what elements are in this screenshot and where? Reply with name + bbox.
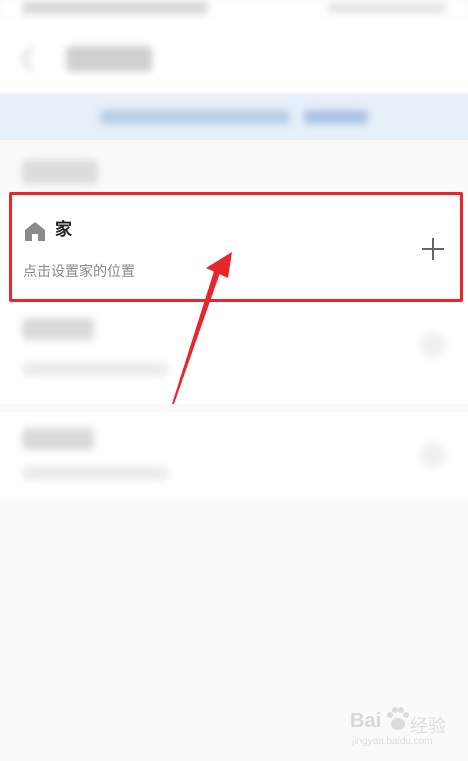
- back-arrow-icon: [19, 46, 34, 72]
- header: [0, 20, 468, 92]
- banner-link[interactable]: [304, 110, 368, 124]
- section-label: [22, 160, 98, 184]
- watermark-logo: Bai: [350, 710, 382, 732]
- home-subtitle: 点击设置家的位置: [23, 264, 135, 280]
- banner-text: [100, 110, 290, 124]
- status-bar-left: [22, 2, 208, 14]
- watermark-text: 经验: [410, 716, 446, 737]
- watermark-url: jingyan.baidu.com: [352, 736, 433, 747]
- status-bar-right: [328, 3, 446, 13]
- other-address-row[interactable]: [0, 412, 468, 498]
- home-address-row[interactable]: 家 点击设置家的位置: [0, 196, 468, 300]
- add-other-button[interactable]: [420, 442, 446, 468]
- other-title: [22, 428, 94, 450]
- home-icon: [25, 222, 45, 241]
- back-button[interactable]: [16, 44, 40, 74]
- page-title: [66, 46, 152, 72]
- add-home-button[interactable]: [418, 234, 448, 264]
- watermark: Bai 经验 jingyan.baidu.com: [350, 706, 450, 754]
- paw-icon: [387, 707, 409, 730]
- other-subtitle: [22, 466, 168, 480]
- info-banner: [0, 94, 468, 140]
- status-bar: [0, 0, 468, 20]
- home-title: 家: [55, 220, 72, 240]
- company-subtitle: [22, 362, 168, 376]
- plus-icon: [422, 238, 444, 260]
- company-title: [22, 318, 94, 340]
- add-company-button[interactable]: [420, 332, 446, 358]
- company-address-row[interactable]: [0, 300, 468, 404]
